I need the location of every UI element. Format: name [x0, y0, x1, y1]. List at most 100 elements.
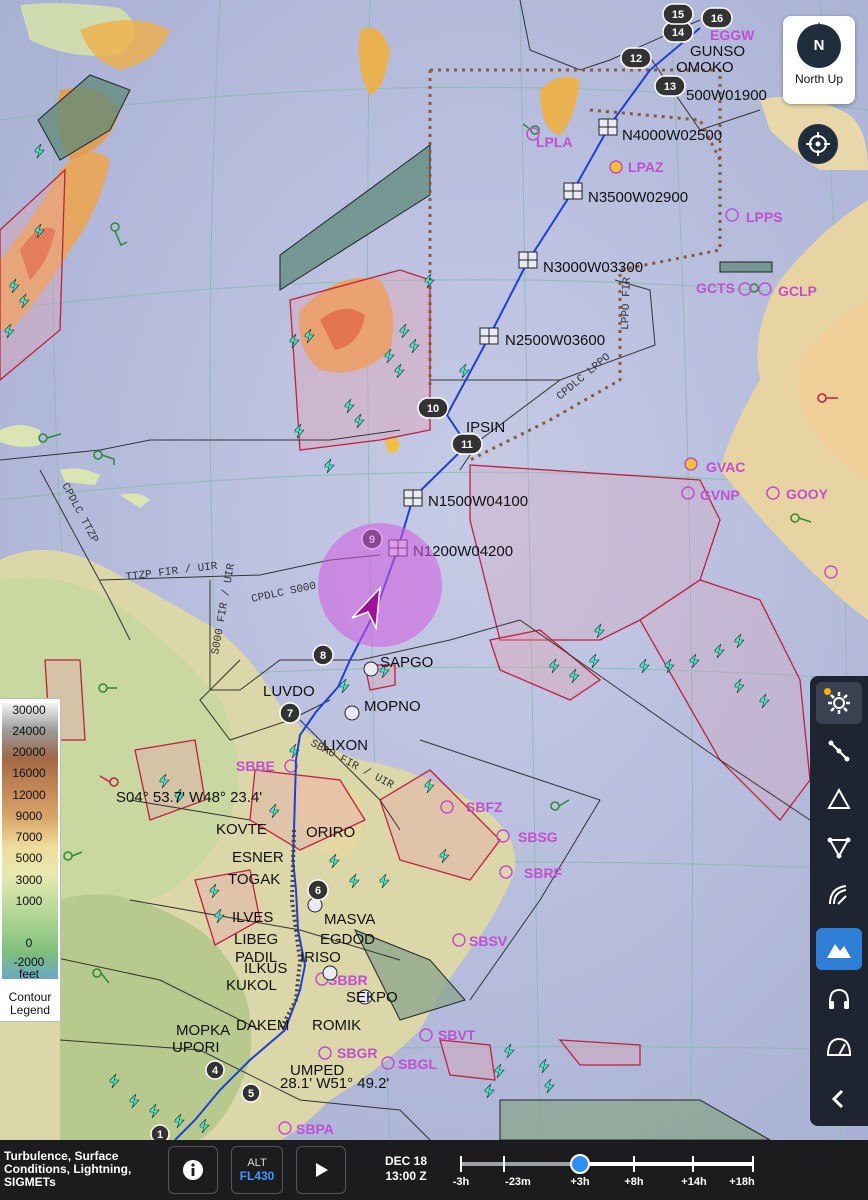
wp-sekpo: SEKPO [346, 989, 398, 1006]
collapse-panel-button[interactable] [816, 1078, 862, 1120]
chevron-left-icon [831, 1089, 844, 1109]
legend-tick: 20000 [12, 745, 46, 759]
wp-kovte: KOVTE [216, 821, 267, 838]
timeline-label: -3h [452, 1176, 470, 1188]
svg-text:13: 13 [664, 81, 676, 93]
north-up-button[interactable]: N North Up [783, 16, 855, 104]
timestamp-date: DEC 18 [384, 1154, 428, 1168]
legend-unit: feet [18, 967, 39, 981]
play-button[interactable] [296, 1146, 346, 1194]
wp-upori: UPORI [172, 1039, 220, 1056]
wp-mopka: MOPKA [176, 1022, 230, 1039]
play-icon [316, 1163, 328, 1177]
radar-tool-button[interactable] [816, 874, 862, 916]
airport-sbgl: SBGL [398, 1056, 437, 1072]
wp-mopno: MOPNO [364, 698, 421, 715]
wp-esner: ESNER [232, 849, 284, 866]
svg-text:4: 4 [212, 1065, 219, 1077]
recenter-button[interactable] [798, 124, 838, 164]
timeline-label: +18h [729, 1176, 755, 1188]
legend-tick: 3000 [15, 873, 43, 887]
tick-mark [692, 1156, 694, 1172]
wp-omoko: OMOKO [676, 59, 734, 76]
wp-n1500w04100: N1500W04100 [428, 493, 528, 510]
wp-lixon: LIXON [323, 737, 368, 754]
wp-kukol: KUKOL [226, 977, 277, 994]
airport-sbpa: SBPA [296, 1121, 334, 1137]
settings-button[interactable] [816, 682, 862, 724]
airport-sbgr: SBGR [337, 1045, 377, 1061]
legend-tick: 5000 [15, 851, 43, 865]
legend-tick: 0 [25, 936, 33, 950]
active-layers-label[interactable]: Turbulence, Surface Conditions, Lightnin… [4, 1150, 164, 1189]
timeline-label: +14h [681, 1176, 707, 1188]
airport-lpla: LPLA [536, 134, 573, 150]
time-slider-handle[interactable] [570, 1154, 590, 1174]
wp-ilves: ILVES [232, 909, 273, 926]
airport-sbbe: SBBE [236, 758, 275, 774]
wp-egdod: EGDOD [320, 931, 375, 948]
ownship-aircraft[interactable] [318, 523, 442, 647]
route-line-icon [828, 740, 850, 762]
radar-icon [829, 885, 847, 905]
info-button[interactable] [168, 1146, 218, 1194]
wp-gunso: GUNSO [690, 43, 745, 60]
svg-text:16: 16 [711, 13, 723, 25]
tick-mark [503, 1156, 505, 1172]
terrain-tool-button[interactable] [816, 928, 862, 970]
legend-title: Contour Legend [0, 991, 60, 1017]
wp-oriro: ORIRO [306, 824, 355, 841]
wp-ilkus: ILKUS [244, 960, 287, 977]
altitude-value: FL430 [239, 1169, 275, 1183]
route-tool-button[interactable] [816, 730, 862, 772]
svg-text:15: 15 [672, 9, 684, 21]
altitude-button[interactable]: ALT FL430 [231, 1146, 283, 1194]
wp-dakem: DAKEM [236, 1017, 289, 1034]
legend-tick: 30000 [12, 703, 46, 717]
airport-sbrf: SBRF [524, 865, 563, 881]
airport-lpaz: LPAZ [628, 159, 664, 175]
wp-romik: ROMIK [312, 1017, 361, 1034]
legend-title-line1: Contour [8, 990, 52, 1004]
svg-text:12: 12 [630, 53, 642, 65]
legend-tick: 7000 [15, 830, 43, 844]
wp-500w01900: 500W01900 [686, 87, 767, 104]
legend-tick: 24000 [12, 724, 46, 738]
legend-tick: 1000 [15, 894, 43, 908]
fir-label-lppo: LPPO FIR [620, 277, 634, 331]
wp-libeg: LIBEG [234, 931, 278, 948]
audio-tool-button[interactable] [816, 978, 862, 1020]
mountain-icon [827, 944, 851, 958]
timeline-label: +8h [624, 1176, 644, 1188]
info-icon [183, 1160, 203, 1180]
map-canvas[interactable]: TTZP FIR / UIR CPDLC S000 S000 FIR / UIR… [0, 0, 868, 1140]
legend-tick: 9000 [15, 809, 43, 823]
legend-title-line2: Legend [9, 1003, 51, 1017]
airport-sbsg: SBSG [518, 829, 558, 845]
airport-sbsv: SBSV [469, 933, 508, 949]
svg-text:8: 8 [320, 650, 326, 662]
measure-tool-button[interactable] [816, 1026, 862, 1068]
svg-text:6: 6 [315, 885, 321, 897]
tick-mark [752, 1156, 754, 1172]
headphones-icon [829, 988, 849, 1009]
altitude-label: ALT [247, 1157, 267, 1169]
timestamp: DEC 18 13:00 Z [372, 1154, 440, 1184]
legend-tick: 16000 [12, 766, 46, 780]
svg-text:11: 11 [461, 439, 473, 451]
wp-n4000w02500: N4000W02500 [622, 127, 722, 144]
wp-luvdo: LUVDO [263, 683, 315, 700]
airport-eggw: EGGW [710, 27, 755, 43]
airport-sbfz: SBFZ [466, 799, 503, 815]
triangle-tool-button[interactable] [816, 778, 862, 820]
wp-iriso: IRISO [300, 949, 341, 966]
airport-lpps: LPPS [746, 209, 783, 225]
crosshair-icon [806, 132, 830, 156]
wp-masva: MASVA [324, 911, 375, 928]
coord-readout-1: S04° 53.7' W48° 23.4' [116, 789, 262, 806]
shape-tool-button[interactable] [816, 826, 862, 868]
airport-gooy: GOOY [786, 486, 829, 502]
compass-icon: N [797, 22, 841, 68]
airport-gclp: GCLP [778, 283, 817, 299]
time-slider[interactable]: -3h -23m +3h +8h +14h +18h [453, 1148, 758, 1192]
